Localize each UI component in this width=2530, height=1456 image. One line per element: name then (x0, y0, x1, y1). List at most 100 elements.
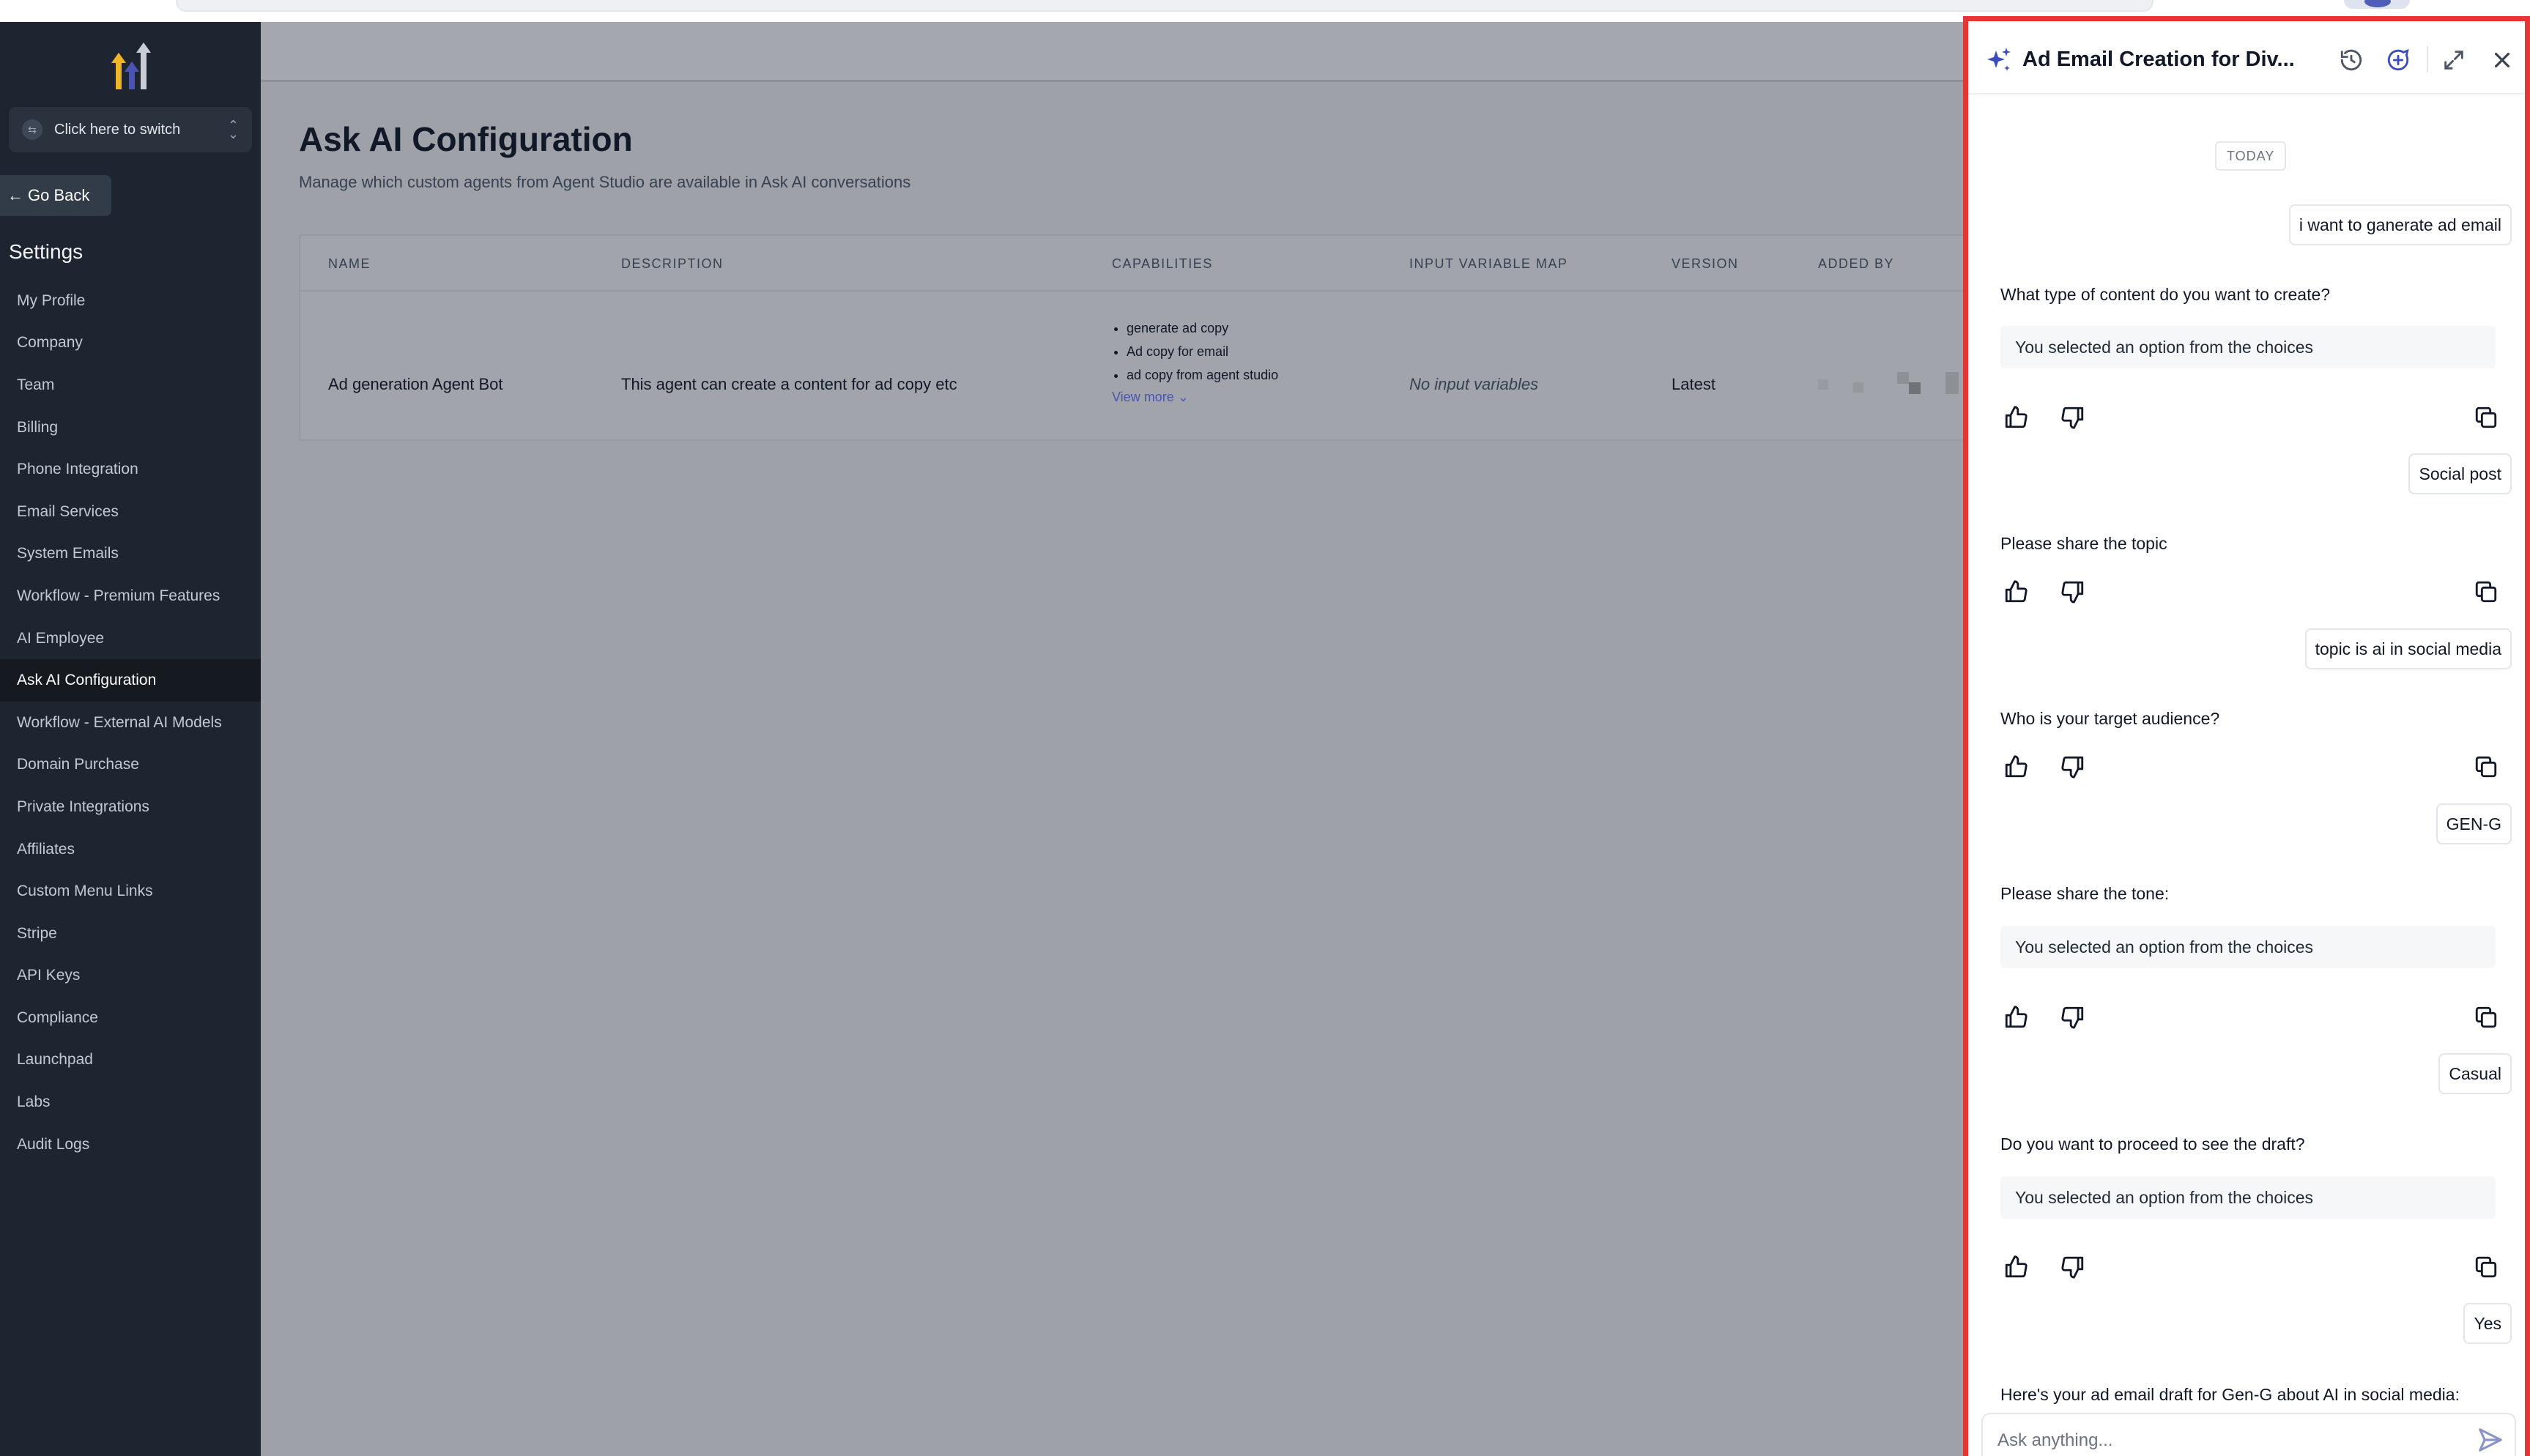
app-logo (111, 42, 151, 89)
thumbs-up-icon[interactable] (2003, 1255, 2028, 1279)
user-message: Casual (2438, 1053, 2512, 1094)
sidebar-item-stripe[interactable]: Stripe (0, 913, 261, 955)
agent-description: This agent can create a content for ad c… (621, 375, 957, 393)
chat-title: Ad Email Creation for Div... (2022, 48, 2295, 71)
view-more-link[interactable]: View more ⌄ (1112, 390, 1189, 405)
top-right-control[interactable] (2344, 0, 2410, 9)
send-icon[interactable] (2477, 1426, 2504, 1454)
agents-table: NAME DESCRIPTION CAPABILITIES INPUT VARI… (299, 234, 1984, 441)
thumbs-down-icon[interactable] (2060, 579, 2085, 604)
thumbs-down-icon[interactable] (2060, 754, 2085, 779)
main-header-bar (261, 22, 1963, 82)
sidebar-item-audit-logs[interactable]: Audit Logs (0, 1123, 261, 1166)
user-message: Social post (2408, 453, 2512, 494)
sidebar-item-team[interactable]: Team (0, 364, 261, 406)
col-header-capabilities: CAPABILITIES (1112, 256, 1213, 271)
input-variables-value: No input variables (1409, 375, 1539, 393)
choice-selection-note: You selected an option from the choices (2000, 926, 2496, 968)
user-message: i want to ganerate ad email (2288, 204, 2512, 245)
user-message: Yes (2463, 1303, 2512, 1344)
sidebar-item-workflow-external-ai[interactable]: Workflow - External AI Models (0, 702, 261, 744)
date-separator: TODAY (2215, 141, 2287, 171)
assistant-message: Please share the topic (2000, 534, 2167, 553)
assistant-message: Here's your ad email draft for Gen-G abo… (2000, 1385, 2460, 1404)
sidebar-item-email-services[interactable]: Email Services (0, 491, 261, 533)
assistant-message: What type of content do you want to crea… (2000, 285, 2331, 304)
main-content: Ask AI Configuration Manage which custom… (261, 22, 1984, 1456)
sidebar-item-phone-integration[interactable]: Phone Integration (0, 448, 261, 491)
chevron-updown-icon: ⌃ ⌄ (227, 118, 239, 141)
copy-icon[interactable] (2474, 1005, 2499, 1030)
chat-composer (1981, 1413, 2516, 1456)
history-icon[interactable] (2339, 48, 2364, 73)
col-header-name: NAME (328, 256, 371, 271)
thumbs-up-icon[interactable] (2003, 579, 2028, 604)
page-title: Ask AI Configuration (299, 120, 633, 158)
thumbs-up-icon[interactable] (2003, 405, 2028, 430)
sidebar-item-ask-ai-configuration[interactable]: Ask AI Configuration (0, 659, 261, 702)
switch-icon: ⇆ (22, 119, 42, 140)
settings-nav: My Profile Company Team Billing Phone In… (0, 280, 261, 1165)
sidebar-item-api-keys[interactable]: API Keys (0, 955, 261, 998)
switcher-label: Click here to switch (54, 121, 181, 138)
ask-anything-input[interactable] (1997, 1426, 2452, 1455)
sidebar-item-private-integrations[interactable]: Private Integrations (0, 786, 261, 828)
choice-selection-note: You selected an option from the choices (2000, 1176, 2496, 1219)
copy-icon[interactable] (2474, 754, 2499, 779)
capability-item: ad copy from agent studio (1127, 363, 1278, 387)
sidebar-item-my-profile[interactable]: My Profile (0, 280, 261, 322)
new-chat-icon[interactable] (2386, 48, 2411, 73)
chat-panel-header: Ad Email Creation for Div... (1968, 21, 2525, 94)
sidebar-item-compliance[interactable]: Compliance (0, 997, 261, 1039)
thumbs-up-icon[interactable] (2003, 1005, 2028, 1030)
user-message: GEN-G (2436, 803, 2512, 844)
sidebar-item-labs[interactable]: Labs (0, 1081, 261, 1123)
table-header: NAME DESCRIPTION CAPABILITIES INPUT VARI… (300, 236, 1982, 291)
copy-icon[interactable] (2474, 579, 2499, 604)
expand-icon[interactable] (2441, 48, 2466, 73)
sidebar-item-domain-purchase[interactable]: Domain Purchase (0, 744, 261, 787)
copy-icon[interactable] (2474, 405, 2499, 430)
col-header-input-variable-map: INPUT VARIABLE MAP (1409, 256, 1568, 271)
ask-ai-chat-panel: Ad Email Creation for Div... TODAY i wan… (1963, 16, 2530, 1456)
assistant-message: Please share the tone: (2000, 884, 2170, 903)
browser-address-bar (176, 0, 2154, 12)
settings-sidebar: ⇆ Click here to switch ⌃ ⌄ ← Go Back Sett… (0, 22, 261, 1456)
close-icon[interactable] (2490, 48, 2515, 73)
go-back-label: Go Back (28, 186, 90, 204)
agent-name: Ad generation Agent Bot (328, 375, 503, 393)
sidebar-item-affiliates[interactable]: Affiliates (0, 828, 261, 871)
sidebar-item-custom-menu-links[interactable]: Custom Menu Links (0, 870, 261, 913)
thumbs-down-icon[interactable] (2060, 405, 2085, 430)
header-divider (2427, 46, 2428, 73)
sidebar-item-ai-employee[interactable]: AI Employee (0, 617, 261, 660)
capability-item: Ad copy for email (1127, 340, 1278, 363)
capabilities-list: generate ad copy Ad copy for email ad co… (1112, 316, 1278, 387)
col-header-description: DESCRIPTION (621, 256, 724, 271)
col-header-added-by: ADDED BY (1818, 256, 1895, 271)
capability-item: generate ad copy (1127, 316, 1278, 340)
sidebar-item-company[interactable]: Company (0, 322, 261, 365)
go-back-button[interactable]: ← Go Back (0, 175, 111, 216)
sidebar-item-workflow-premium[interactable]: Workflow - Premium Features (0, 575, 261, 617)
sidebar-item-launchpad[interactable]: Launchpad (0, 1039, 261, 1082)
user-message: topic is ai in social media (2304, 628, 2512, 669)
thumbs-down-icon[interactable] (2060, 1255, 2085, 1279)
sidebar-item-system-emails[interactable]: System Emails (0, 533, 261, 576)
chevron-down-icon: ⌄ (1177, 390, 1189, 404)
thumbs-down-icon[interactable] (2060, 1005, 2085, 1030)
page-subtitle: Manage which custom agents from Agent St… (299, 173, 911, 191)
version-value: Latest (1672, 375, 1715, 393)
copy-icon[interactable] (2474, 1255, 2499, 1279)
choice-selection-note: You selected an option from the choices (2000, 326, 2496, 368)
location-switcher[interactable]: ⇆ Click here to switch ⌃ ⌄ (9, 107, 252, 152)
assistant-message: Who is your target audience? (2000, 709, 2220, 728)
col-header-version: VERSION (1672, 256, 1739, 271)
sparkle-icon (1987, 48, 2011, 71)
sidebar-title: Settings (9, 240, 84, 263)
thumbs-up-icon[interactable] (2003, 754, 2028, 779)
view-more-label: View more (1112, 390, 1174, 404)
arrow-left-icon: ← (7, 186, 23, 204)
sidebar-item-billing[interactable]: Billing (0, 406, 261, 449)
assistant-message: Do you want to proceed to see the draft? (2000, 1134, 2305, 1154)
